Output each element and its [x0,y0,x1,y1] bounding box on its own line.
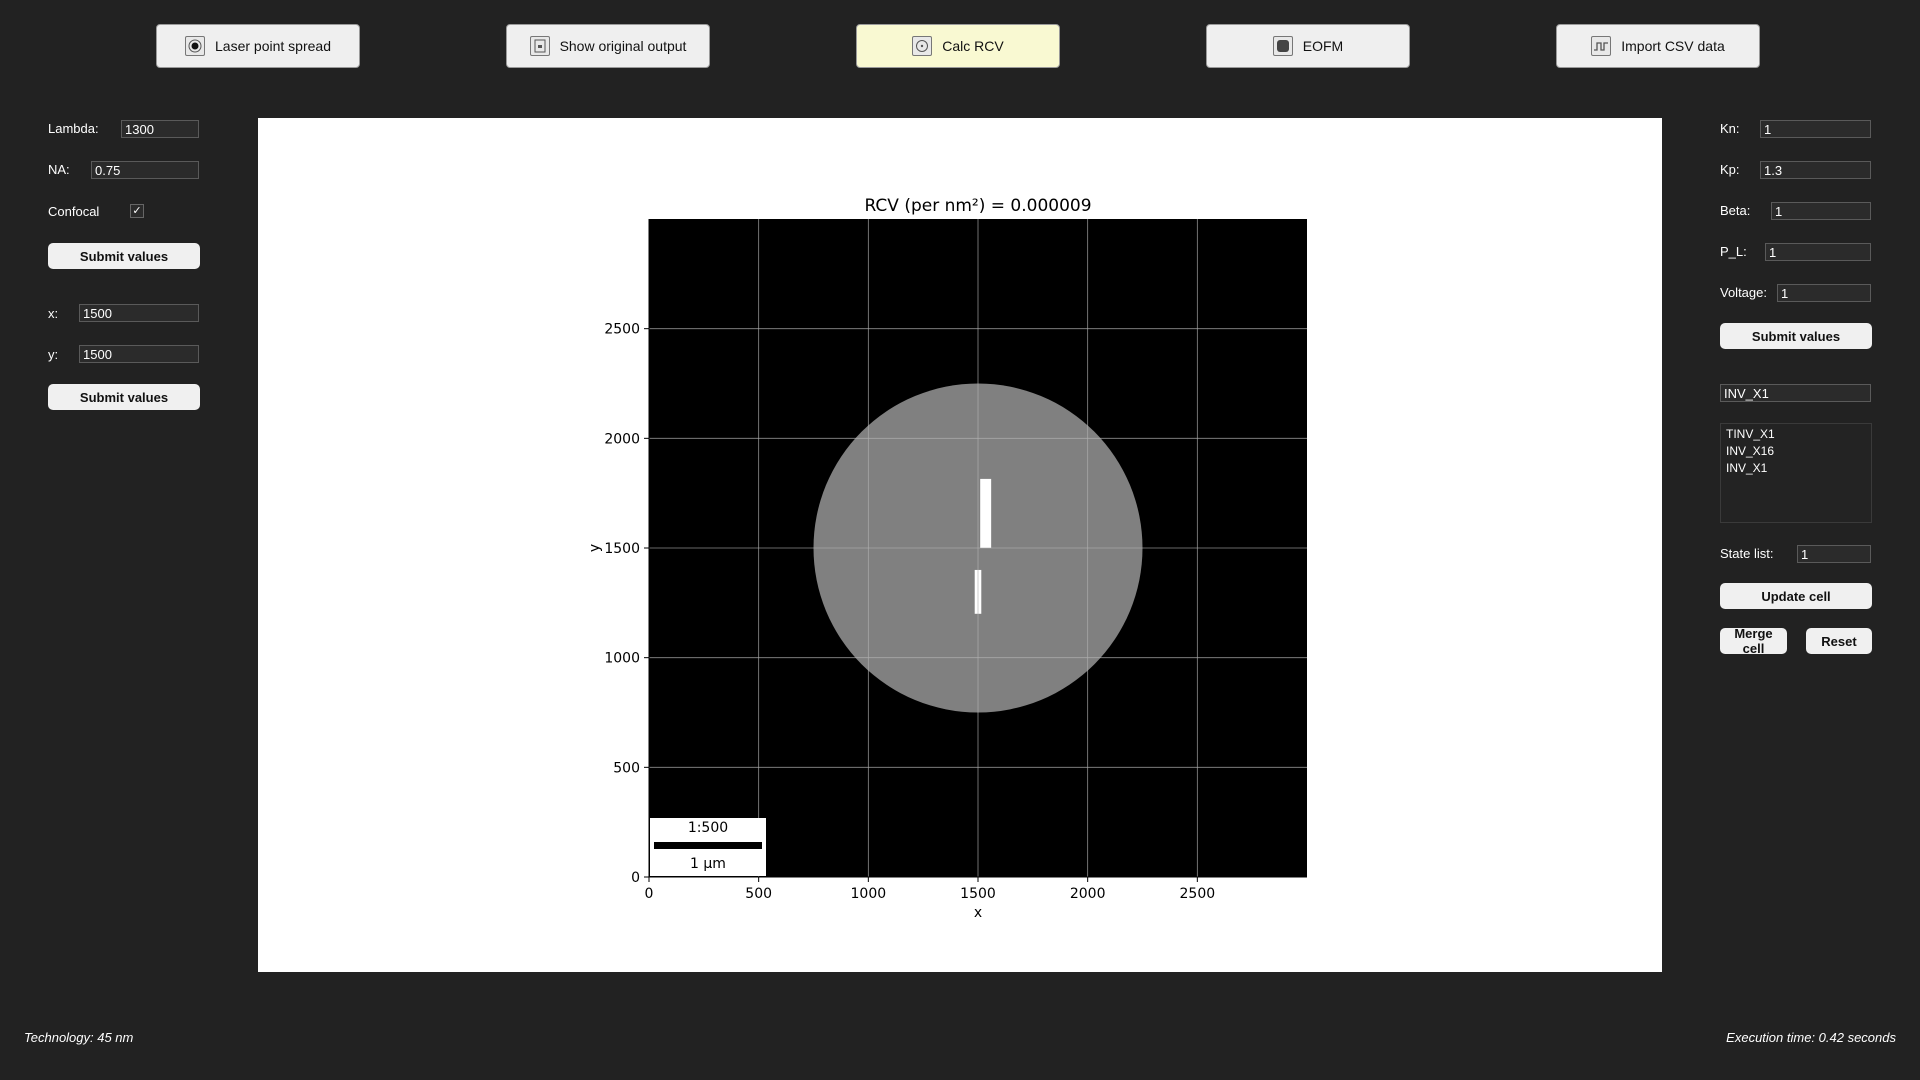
import-csv-data-label: Import CSV data [1621,38,1725,54]
laser-dot-icon [185,36,206,56]
na-input[interactable] [91,161,199,179]
y-input[interactable] [79,345,199,363]
list-item[interactable]: TINV_X1 [1721,426,1871,443]
kp-label: Kp: [1720,162,1740,177]
list-item[interactable]: INV_X16 [1721,443,1871,460]
x-label: x: [48,306,59,321]
rcv-chart: 1:500 1 µm 0 500 1000 1500 2000 2500 0 500 1000 150… [587,196,1307,921]
eofm-button[interactable]: EOFM [1206,24,1410,68]
update-cell-button[interactable]: Update cell [1720,583,1872,609]
y-axis-label: y [587,544,603,552]
dark-square-icon [1272,36,1293,56]
y-label: y: [48,347,59,362]
calculator-icon [912,36,933,56]
state-list-label: State list: [1720,546,1774,561]
geometry-rect-0 [980,478,992,548]
calc-rcv-label: Calc RCV [942,38,1004,54]
confocal-checkbox[interactable]: ✓ [130,204,144,218]
document-icon [529,36,550,56]
x-tick-label: 1000 [851,886,887,902]
x-tick-label: 2000 [1070,886,1106,902]
x-input[interactable] [79,304,199,322]
scale-bar-ratio: 1:500 [688,820,728,836]
calc-rcv-button[interactable]: Calc RCV [856,24,1060,68]
list-item[interactable]: INV_X1 [1721,460,1871,477]
merge-cell-button[interactable]: Merge cell [1720,626,1787,656]
cell-search-input[interactable] [1720,384,1871,402]
pl-label: P_L: [1720,244,1747,259]
y-tick-label: 1500 [604,541,640,557]
show-original-output-label: Show original output [559,38,687,54]
chart-title: RCV (per nm²) = 0.000009 [864,196,1091,216]
y-tick-label: 2500 [604,322,640,338]
scale-bar-line [654,842,762,849]
y-tick-label: 500 [613,760,640,776]
x-tick-label: 500 [745,886,772,902]
beta-input[interactable] [1771,202,1871,220]
na-label: NA: [48,162,70,177]
x-axis-label: x [974,905,982,921]
x-tick-label: 1500 [960,886,996,902]
cell-list[interactable]: TINV_X1 INV_X16 INV_X1 [1720,423,1872,523]
y-tick-label: 1000 [604,651,640,667]
kn-label: Kn: [1720,121,1740,136]
laser-point-spread-button[interactable]: Laser point spread [156,24,360,68]
scale-bar-unit: 1 µm [690,856,726,872]
submit-parameters-button[interactable]: Submit values [1720,323,1872,349]
voltage-label: Voltage: [1720,285,1767,300]
confocal-label: Confocal [48,204,100,219]
y-tick-label: 0 [631,870,640,886]
lambda-label: Lambda: [48,121,99,136]
lambda-input[interactable] [121,120,199,138]
x-tick-label: 0 [645,886,654,902]
pl-input[interactable] [1765,243,1871,261]
execution-time-status: Execution time: 0.42 seconds [1726,1030,1896,1045]
state-list-input[interactable] [1797,545,1871,563]
plot-canvas: 1:500 1 µm 0 500 1000 1500 2000 2500 0 500 1000 150… [258,118,1662,972]
reset-button[interactable]: Reset [1806,628,1872,654]
beta-label: Beta: [1720,203,1751,218]
submit-position-button[interactable]: Submit values [48,384,200,410]
technology-status: Technology: 45 nm [24,1030,134,1045]
waveform-icon [1591,36,1612,56]
kp-input[interactable] [1760,161,1871,179]
show-original-output-button[interactable]: Show original output [506,24,710,68]
x-tick-label: 2500 [1180,886,1216,902]
y-tick-label: 2000 [604,431,640,447]
laser-point-spread-label: Laser point spread [215,38,331,54]
kn-input[interactable] [1760,120,1871,138]
eofm-label: EOFM [1302,38,1344,54]
import-csv-data-button[interactable]: Import CSV data [1556,24,1760,68]
submit-optics-button[interactable]: Submit values [48,243,200,269]
voltage-input[interactable] [1777,284,1871,302]
